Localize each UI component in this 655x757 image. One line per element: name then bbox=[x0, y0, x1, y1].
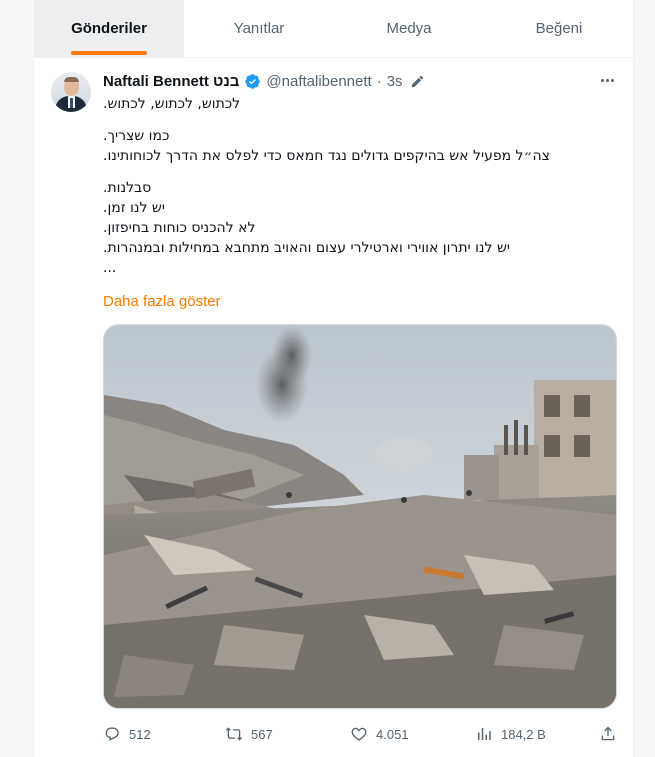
avatar[interactable] bbox=[51, 72, 91, 112]
views-count: 184,2 B bbox=[501, 726, 546, 742]
tweet-photo[interactable] bbox=[103, 324, 617, 709]
show-more-link[interactable]: Daha fazla göster bbox=[103, 293, 221, 310]
tweet-actions: 512 567 4.051 184,2 B bbox=[103, 722, 617, 746]
rubble-street-photo bbox=[104, 325, 616, 708]
repost-count: 567 bbox=[251, 726, 273, 742]
views-icon bbox=[478, 728, 491, 740]
more-icon[interactable] bbox=[596, 70, 618, 90]
reply-icon bbox=[105, 727, 119, 741]
edit-icon[interactable] bbox=[410, 74, 425, 89]
tab-posts-label: Gönderiler bbox=[71, 20, 147, 37]
reply-button[interactable]: 512 bbox=[103, 722, 151, 746]
author-handle[interactable]: @naftalibennett bbox=[266, 73, 371, 90]
tab-media[interactable]: Medya bbox=[334, 0, 484, 57]
reply-count: 512 bbox=[129, 726, 151, 742]
profile-tabs: Gönderiler Yanıtlar Medya Beğeni bbox=[34, 0, 634, 58]
author-name[interactable]: Naftali Bennett בנט bbox=[103, 73, 239, 90]
tab-likes-label: Beğeni bbox=[535, 20, 583, 37]
repost-button[interactable]: 567 bbox=[225, 722, 273, 746]
verified-badge-icon[interactable] bbox=[244, 73, 261, 90]
tweet-line: לכתוש, לכתוש, לכתוש. bbox=[103, 96, 241, 112]
repost-icon bbox=[226, 727, 242, 741]
like-count: 4.051 bbox=[376, 726, 409, 742]
header-separator: · bbox=[376, 72, 382, 90]
tweet-line: יש לנו זמן. bbox=[103, 200, 165, 216]
share-icon bbox=[601, 726, 615, 741]
tab-likes[interactable]: Beğeni bbox=[484, 0, 634, 57]
tweet-header: Naftali Bennett בנט @naftalibennett · 3s bbox=[103, 71, 425, 91]
tweet[interactable]: Naftali Bennett בנט @naftalibennett · 3s… bbox=[34, 58, 634, 757]
tweet-line: לא להכניס כוחות בחיפזון. bbox=[103, 220, 256, 236]
profile-column: Gönderiler Yanıtlar Medya Beğeni Naftali… bbox=[33, 0, 634, 757]
tweet-line: כמו שצריך. bbox=[103, 128, 170, 144]
tweet-time[interactable]: 3s bbox=[387, 73, 403, 90]
tab-replies[interactable]: Yanıtlar bbox=[184, 0, 334, 57]
share-button[interactable] bbox=[599, 722, 617, 746]
tweet-line: סבלנות. bbox=[103, 180, 152, 196]
tweet-line: ... bbox=[103, 260, 117, 276]
tab-posts[interactable]: Gönderiler bbox=[34, 0, 184, 57]
tab-replies-label: Yanıtlar bbox=[233, 20, 285, 37]
tweet-line: יש לנו יתרון אווירי וארטילרי עצום והאויב… bbox=[103, 240, 510, 256]
like-icon bbox=[351, 727, 367, 741]
tweet-text: לכתוש, לכתוש, לכתוש. כמו שצריך. צה״ל מפע… bbox=[103, 94, 615, 278]
tweet-line: צה״ל מפעיל אש בהיקפים גדולים נגד חמאס כד… bbox=[103, 148, 550, 164]
active-tab-indicator bbox=[71, 51, 147, 55]
views-button[interactable]: 184,2 B bbox=[475, 722, 546, 746]
like-button[interactable]: 4.051 bbox=[350, 722, 409, 746]
tab-media-label: Medya bbox=[386, 20, 432, 37]
